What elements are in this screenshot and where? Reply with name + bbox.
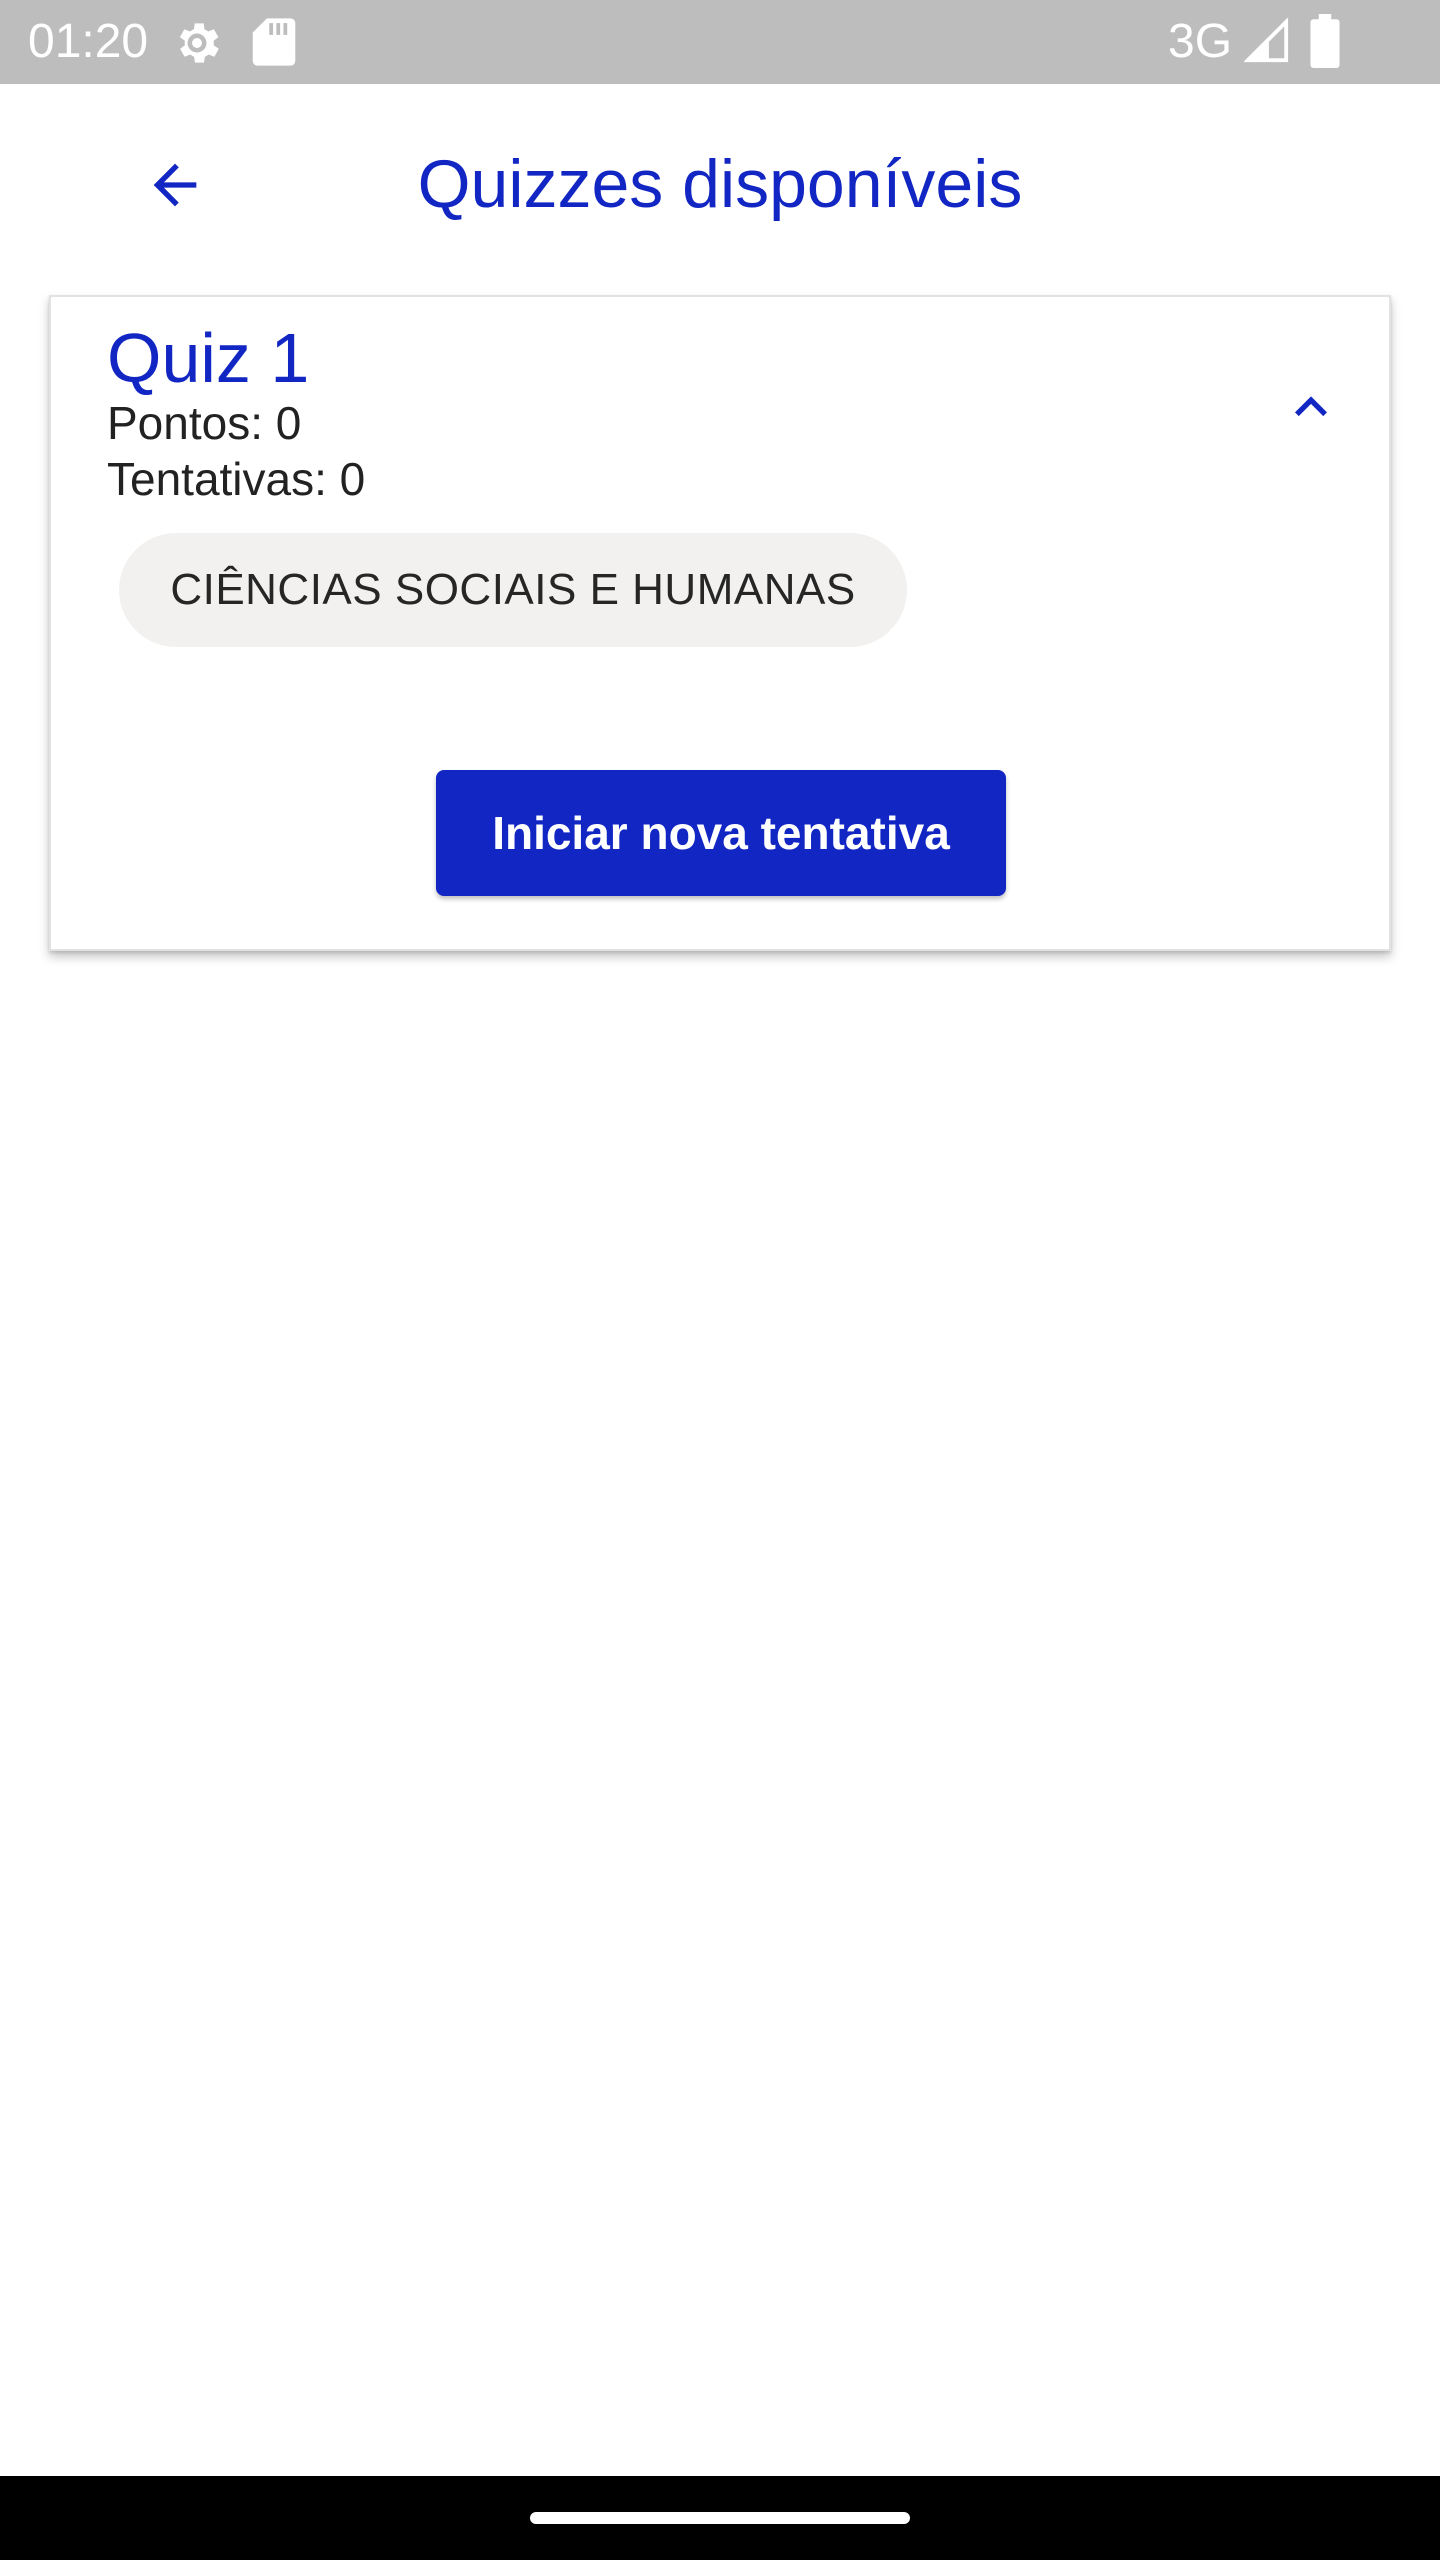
- settings-gear-icon: [170, 16, 224, 75]
- collapse-button[interactable]: [1261, 359, 1361, 459]
- sd-card-icon: [252, 16, 296, 73]
- screen: 01:20 3G Quizzes disponíveis Quiz 1 Pont…: [0, 0, 1440, 2560]
- status-bar: 01:20 3G: [0, 0, 1440, 84]
- category-chip: CIÊNCIAS SOCIAIS E HUMANAS: [119, 533, 907, 647]
- start-new-attempt-button[interactable]: Iniciar nova tentativa: [436, 770, 1006, 896]
- battery-icon: [1310, 14, 1340, 73]
- quiz-points: Pontos: 0: [107, 397, 302, 449]
- page-title: Quizzes disponíveis: [417, 146, 1023, 222]
- navigation-bar: [0, 2476, 1440, 2560]
- home-indicator[interactable]: [530, 2512, 910, 2524]
- quiz-card: Quiz 1 Pontos: 0 Tentativas: 0 CIÊNCIAS …: [49, 295, 1391, 951]
- chevron-up-icon: [1279, 375, 1343, 444]
- app-bar: Quizzes disponíveis: [0, 84, 1440, 280]
- quiz-attempts: Tentativas: 0: [107, 453, 366, 505]
- quiz-title: Quiz 1: [107, 319, 310, 397]
- network-type-label: 3G: [1168, 15, 1233, 68]
- status-time: 01:20: [28, 15, 149, 68]
- signal-icon: [1243, 17, 1290, 69]
